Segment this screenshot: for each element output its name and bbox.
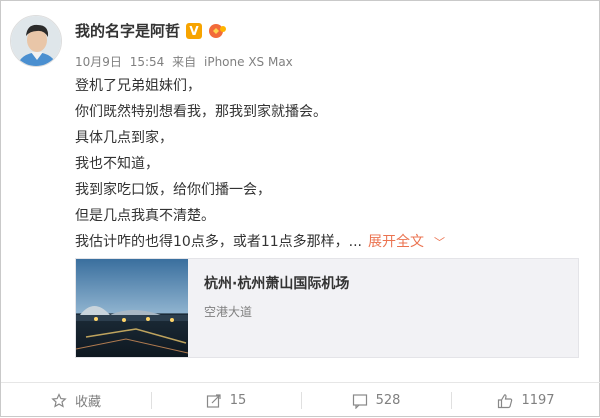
content-line-last: 我估计咋的也得10点多，或者11点多那样，... 展开全文 ﹀ (75, 229, 445, 256)
action-bar: 收藏 15 528 1197 (1, 383, 600, 418)
location-title[interactable]: 杭州·杭州萧山国际机场 (204, 273, 349, 293)
comment-button[interactable]: 528 (301, 383, 451, 418)
post-time[interactable]: 15:54 (130, 55, 165, 69)
expand-full-text-link[interactable]: 展开全文 ﹀ (368, 234, 445, 250)
repost-count: 15 (229, 393, 247, 408)
author-row: 我的名字是阿哲 V (75, 20, 228, 41)
repost-button[interactable]: 15 (151, 383, 301, 418)
chevron-down-icon[interactable]: ﹀ (434, 230, 445, 256)
comment-icon (352, 393, 367, 409)
content-line: 我也不知道， (75, 156, 159, 172)
content-line: 具体几点到家， (75, 130, 173, 146)
username[interactable]: 我的名字是阿哲 (75, 20, 180, 41)
airport-photo (76, 259, 188, 357)
favorite-label: 收藏 (74, 395, 101, 410)
thumbs-up-icon (498, 393, 513, 408)
location-subtitle: 空港大道 (204, 305, 253, 319)
like-button[interactable]: 1197 (451, 383, 600, 418)
expand-label[interactable]: 展开全文 (368, 234, 424, 250)
content-line: 我估计咋的也得10点多，或者11点多那样，... (75, 234, 362, 250)
weibo-post: 我的名字是阿哲 V 10月9日 15:54 来自 iPhone XS Max 登… (0, 0, 600, 417)
content-line: 但是几点我真不清楚。 (75, 208, 215, 224)
content-line: 我到家吃口饭，给你们播一会， (75, 182, 271, 198)
like-count: 1197 (521, 393, 555, 408)
post-content: 登机了兄弟姐妹们， 你们既然特别想看我，那我到家就播会。 具体几点到家， 我也不… (75, 73, 445, 256)
star-icon (51, 392, 67, 408)
content-line: 登机了兄弟姐妹们， (75, 78, 201, 94)
comment-count: 528 (375, 393, 401, 408)
source-prefix: 来自 (172, 55, 197, 69)
location-card[interactable]: 杭州·杭州萧山国际机场 空港大道 (75, 258, 579, 358)
favorite-button[interactable]: 收藏 (1, 383, 151, 418)
repost-icon (206, 393, 221, 408)
post-date[interactable]: 10月9日 (75, 55, 122, 69)
avatar[interactable] (10, 15, 62, 67)
post-meta: 10月9日 15:54 来自 iPhone XS Max (75, 53, 297, 70)
vip-icon (208, 23, 228, 39)
post-device[interactable]: iPhone XS Max (204, 55, 293, 69)
content-line: 你们既然特别想看我，那我到家就播会。 (75, 104, 327, 120)
verified-icon: V (186, 22, 203, 39)
avatar-image (11, 16, 61, 66)
